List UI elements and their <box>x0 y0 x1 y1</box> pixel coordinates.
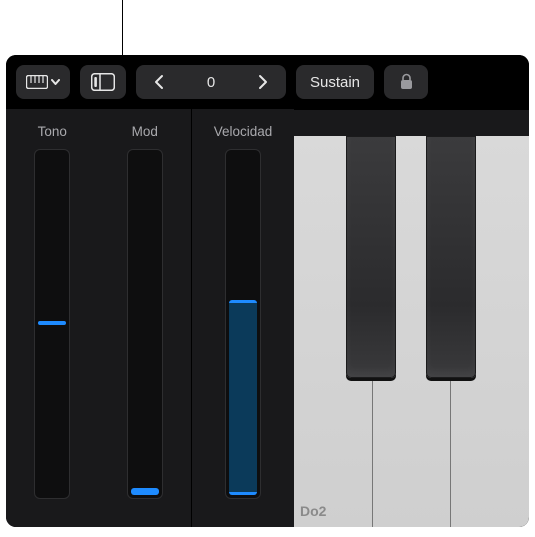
tono-column: Tono <box>6 109 99 527</box>
chevron-down-icon <box>51 79 60 85</box>
mod-slider[interactable] <box>127 149 163 499</box>
white-keys: Do2 <box>294 136 529 527</box>
octave-value: 0 <box>183 65 239 99</box>
main-area: Tono Mod Velocidad Do2 <box>6 109 529 527</box>
tono-label: Tono <box>38 119 67 143</box>
toolbar: 0 Sustain <box>6 55 529 109</box>
sustain-label: Sustain <box>310 74 360 91</box>
velocidad-slider-fill[interactable] <box>229 300 257 495</box>
app-frame: 0 Sustain Tono <box>6 55 529 527</box>
chevron-right-icon <box>258 74 268 90</box>
tono-slider-handle[interactable] <box>38 321 66 325</box>
controls-panel-toggle-button[interactable] <box>80 65 126 99</box>
velocity-panel: Velocidad <box>192 109 294 527</box>
velocidad-slider[interactable] <box>225 149 261 499</box>
octave-up-button[interactable] <box>239 65 286 99</box>
lock-icon <box>399 73 414 91</box>
lock-button[interactable] <box>384 65 428 99</box>
chevron-left-icon <box>154 74 164 90</box>
key-label-do2: Do2 <box>300 503 326 519</box>
keyboard-strip <box>294 110 529 136</box>
keyboard-icon <box>26 75 48 89</box>
black-key-re#2[interactable] <box>426 136 476 378</box>
sustain-button[interactable]: Sustain <box>296 65 374 99</box>
octave-down-button[interactable] <box>136 65 183 99</box>
mod-label: Mod <box>132 119 158 143</box>
black-key-do#2[interactable] <box>346 136 396 378</box>
mod-slider-fill[interactable] <box>131 488 159 495</box>
pitch-mod-panel: Tono Mod <box>6 109 192 527</box>
mod-column: Mod <box>99 109 192 527</box>
keyboard-layout-button[interactable] <box>16 65 70 99</box>
piano-keyboard[interactable]: Do2 <box>294 135 529 527</box>
tono-slider[interactable] <box>34 149 70 499</box>
panel-icon <box>91 73 115 91</box>
octave-stepper: 0 <box>136 65 286 99</box>
velocidad-label: Velocidad <box>214 119 273 143</box>
